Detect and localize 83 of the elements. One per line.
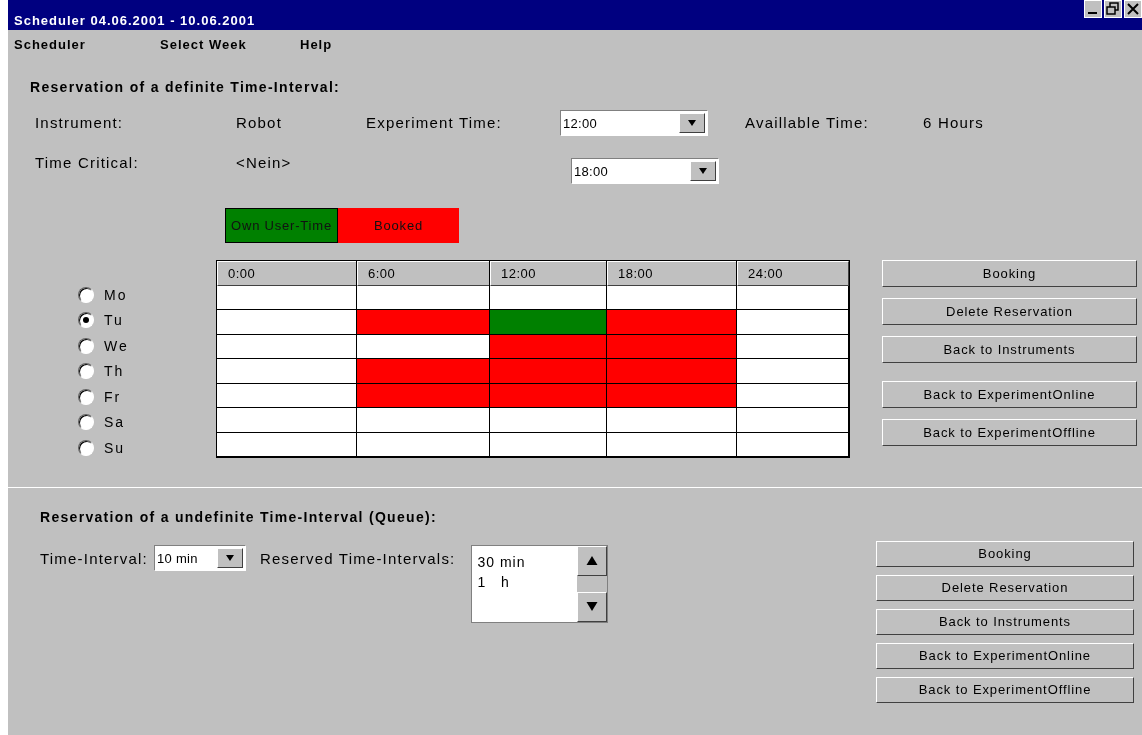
time-slot[interactable] [737,432,849,457]
field-value: 6 Hours [923,113,984,131]
field-label: Time Critical: [35,154,140,171]
action-button[interactable]: Delete Reservation [876,574,1134,601]
action-button[interactable]: Back to ExperimentOffline [876,676,1134,703]
time-slot[interactable] [737,334,849,359]
action-button[interactable]: Delete Reservation [882,298,1137,325]
radio-label: Fr [104,388,122,405]
scroll-up-icon[interactable] [577,545,608,576]
window-title: Scheduler 04.06.2001 - 10.06.2001 [13,11,256,28]
time-slot[interactable] [357,285,490,310]
time-slot[interactable] [357,408,490,433]
field-label: Instrument: [35,113,125,131]
field-label: Reserved Time-Intervals: [259,548,456,567]
time-slot[interactable] [737,383,849,408]
menu-item[interactable]: Scheduler [14,36,160,52]
time-slot[interactable] [607,408,737,433]
caret-icon [224,553,235,562]
menu-item[interactable]: Select Week [160,36,300,52]
action-button[interactable]: Back to ExperimentOffline [882,419,1137,446]
time-slot[interactable] [737,359,849,384]
column-header: 24:00 [737,261,849,286]
action-button[interactable]: Back to ExperimentOnline [882,381,1137,408]
action-button[interactable]: Booking [876,540,1134,567]
field-label: Experiment Time: [366,113,503,131]
time-slot[interactable] [217,285,357,310]
radio-button[interactable] [78,312,94,329]
action-button[interactable]: Booking [882,260,1137,287]
time-slot[interactable] [217,359,357,384]
section-heading: Reservation of a undefinite Time-Interval (Queue): [40,508,438,525]
dropdown[interactable]: 10 min [153,544,246,571]
time-slot[interactable] [217,408,357,433]
section-heading: Reservation of a definite Time-Interval: [30,79,342,95]
action-button[interactable]: Back to Instruments [876,608,1134,635]
radio-label: Mo [104,286,128,303]
radio-button[interactable] [78,363,94,380]
radio-label: Tu [104,312,124,329]
time-slot[interactable] [217,432,357,457]
radio-label: Th [104,363,125,380]
time-slot[interactable] [607,285,737,310]
radio-label: Su [104,439,126,456]
time-slot[interactable] [490,432,607,457]
field-value: Robot [236,113,284,131]
column-header: 18:00 [607,261,737,286]
time-slot[interactable] [357,432,490,457]
time-slot[interactable] [490,408,607,433]
radio-button[interactable] [78,414,94,431]
legend-item: Booked [338,208,459,243]
caret-icon [687,119,697,127]
scroll-down-icon[interactable] [577,591,608,622]
column-header: 6:00 [357,261,490,286]
radio-button[interactable] [78,439,94,456]
time-slot[interactable] [217,334,357,359]
field-label: Time-Interval: [40,548,148,567]
minimize-icon[interactable] [1084,0,1102,18]
radio-label: Sa [104,414,126,431]
field-value: <Nein> [236,154,293,171]
time-slot[interactable] [217,310,357,335]
dropdown[interactable]: 12:00 [560,110,708,136]
time-slot[interactable] [737,310,849,335]
caret-icon [698,167,708,175]
menu-item[interactable]: Help [300,36,333,52]
time-slot[interactable] [357,334,490,359]
column-header: 0:00 [217,261,357,286]
column-header: 12:00 [490,261,607,286]
action-button[interactable]: Back to ExperimentOnline [876,642,1134,669]
time-slot[interactable] [607,432,737,457]
list-item[interactable]: 30 min [477,553,578,574]
list-item[interactable]: 1 h [477,573,578,594]
field-label: Availlable Time: [745,113,870,131]
list-box[interactable]: 30 min 1 h [471,544,609,623]
radio-label: We [104,337,129,354]
time-slot[interactable] [217,383,357,408]
radio-button[interactable] [78,337,94,354]
action-button[interactable]: Back to Instruments [882,336,1137,363]
close-icon[interactable] [1124,0,1142,18]
time-slot[interactable] [490,285,607,310]
restore-icon[interactable] [1104,0,1122,18]
time-slot[interactable] [737,408,849,433]
time-slot[interactable] [737,285,849,310]
legend-item: Own User-Time [225,208,338,243]
dropdown[interactable]: 18:00 [571,158,719,184]
radio-button[interactable] [78,388,94,405]
